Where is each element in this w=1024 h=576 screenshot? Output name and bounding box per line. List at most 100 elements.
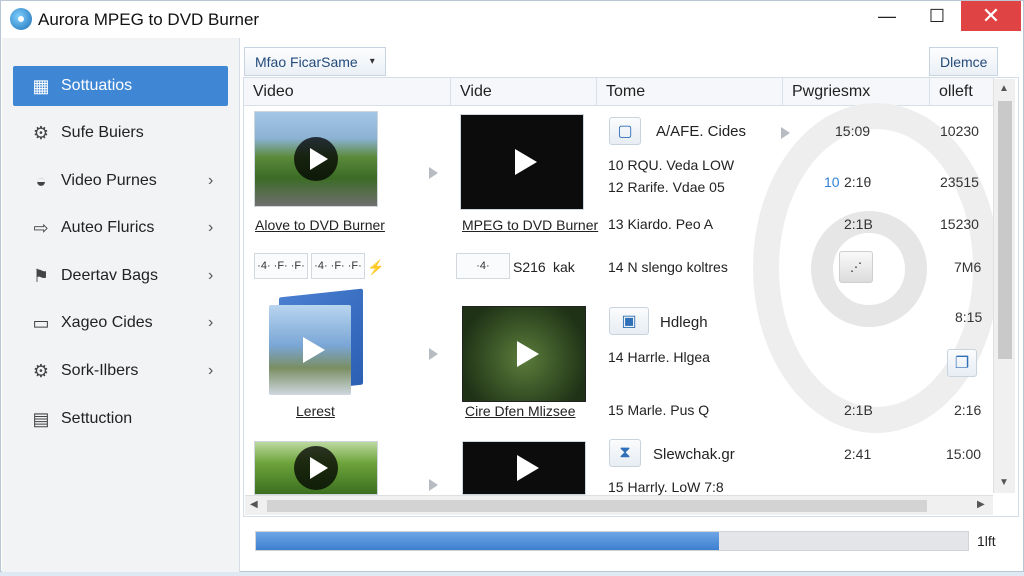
sidebar-item-6[interactable]: ▭ Xageo Cides › <box>13 303 228 343</box>
play-icon[interactable] <box>517 455 539 481</box>
column-header-progress[interactable]: Pwgriesmx <box>783 78 930 106</box>
clip-box[interactable]: ·4· <box>456 253 510 279</box>
output-thumbnail[interactable] <box>460 114 584 210</box>
arrow-right-icon <box>429 479 438 491</box>
progress-value: 2:41 <box>844 446 872 462</box>
chevron-right-icon: › <box>208 362 214 379</box>
scroll-thumb[interactable] <box>998 101 1012 359</box>
hourglass-icon: ⧗ <box>609 439 641 467</box>
remaining-value: 10230 <box>940 123 979 139</box>
flag-icon: ⚑ <box>32 265 50 286</box>
horizontal-scrollbar[interactable]: ◀ ▶ <box>245 495 993 515</box>
item-title: Hdlegh <box>660 314 708 331</box>
copy-icon[interactable]: ❐ <box>947 349 977 377</box>
window-title: Aurora MPEG to DVD Burner <box>38 10 260 29</box>
column-header-vide[interactable]: Vide <box>451 78 597 106</box>
item-title: A/AFE. Cides <box>656 123 747 140</box>
clip-box[interactable]: ·4· ·F· ·F· <box>254 253 308 279</box>
sidebar-item-5[interactable]: ⚑ Deertav Bags › <box>13 256 228 296</box>
device-dropdown[interactable]: Dlemce <box>929 47 999 76</box>
detail-line: 13 Kiardo. Peo A <box>608 216 714 232</box>
burn-progress-bar <box>255 531 969 551</box>
vertical-scrollbar[interactable]: ▲ ▼ <box>993 79 1015 493</box>
remaining-value: 15230 <box>940 216 979 232</box>
scroll-right-icon[interactable]: ▶ <box>977 499 985 510</box>
chevron-right-icon: › <box>208 172 214 189</box>
column-header-left[interactable]: olleft <box>930 78 994 106</box>
clip-text: S216 <box>513 259 546 275</box>
item-title: Slewchak.gr <box>653 446 735 463</box>
play-icon[interactable] <box>294 446 338 490</box>
app-window: Aurora MPEG to DVD Burner — ☐ ✕ ▦ Sottuat… <box>0 0 1024 572</box>
progress-value: 2:1θ <box>844 174 872 190</box>
progress-value: 2:1B <box>844 402 873 418</box>
remaining-value: 8:15 <box>955 309 983 325</box>
progress-value-prefix: 10 <box>824 174 840 190</box>
cog-icon: ⚙ <box>32 360 50 381</box>
sidebar-item-label: Video Purnes <box>61 172 157 189</box>
disc-icon: ◒ <box>35 170 47 191</box>
source-thumbnail[interactable] <box>254 441 378 495</box>
clip-text: kak <box>553 259 575 275</box>
column-header-tome[interactable]: Tome <box>597 78 783 106</box>
gear-icon: ⚙ <box>32 122 50 143</box>
sidebar-item-8[interactable]: ▤ Settuction <box>13 399 228 439</box>
output-thumbnail[interactable] <box>462 441 586 495</box>
lightning-icon: ⚡ <box>367 259 385 275</box>
progress-label: 1lft <box>977 533 996 549</box>
video-file-icon[interactable] <box>269 288 363 397</box>
detail-line: 14 Harrle. Hlgea <box>608 349 710 365</box>
remaining-value: 15:00 <box>946 446 982 462</box>
scroll-up-icon[interactable]: ▲ <box>999 83 1009 94</box>
sidebar-item-label: Auteo Flurics <box>61 219 155 236</box>
progress-fill <box>256 532 719 550</box>
document-icon: ▤ <box>32 408 50 429</box>
output-caption[interactable]: Cire Dfen Mlizsee <box>465 403 575 419</box>
column-header-video[interactable]: Video <box>244 78 451 106</box>
scroll-left-icon[interactable]: ◀ <box>250 499 258 510</box>
scroll-thumb[interactable] <box>267 500 927 512</box>
monitor-icon: ▣ <box>609 307 649 335</box>
play-icon[interactable] <box>515 149 537 175</box>
sidebar-item-3[interactable]: ◒ Video Purnes › <box>13 161 228 201</box>
close-button[interactable]: ✕ <box>961 1 1021 31</box>
app-logo-icon <box>10 8 32 30</box>
sidebar-item-1[interactable]: ▦ Sottuatios <box>13 66 228 106</box>
detail-line: 14 N slengo koltres <box>608 259 728 275</box>
source-caption[interactable]: Alove to DVD Burner <box>255 217 385 233</box>
source-dropdown-label: Mfao FicarSame <box>255 53 358 70</box>
maximize-button[interactable]: ☐ <box>915 1 959 31</box>
sidebar-item-label: Settuction <box>61 410 133 427</box>
minimize-button[interactable]: — <box>865 1 909 31</box>
output-thumbnail[interactable] <box>462 306 586 402</box>
output-caption[interactable]: MPEG to DVD Burner <box>462 217 598 233</box>
sidebar-item-label: Sufe Buiers <box>61 124 144 141</box>
detail-line: 15 Marle. Pus Q <box>608 402 710 418</box>
file-icon: ▢ <box>609 117 641 145</box>
detail-line: 10 RQU. Veda LOW <box>608 157 735 173</box>
play-icon[interactable] <box>517 341 539 367</box>
chevron-down-icon: ▾ <box>369 56 375 67</box>
sidebar-item-label: Xageo Cides <box>61 314 153 331</box>
remaining-value: 2:16 <box>954 402 982 418</box>
detail-line: 12 Rarife. Vdae 05 <box>608 179 725 195</box>
sidebar-item-2[interactable]: ⚙ Sufe Buiers <box>13 113 228 153</box>
chevron-right-icon: › <box>208 219 214 236</box>
grid-icon: ▦ <box>32 75 50 96</box>
play-icon[interactable] <box>294 137 338 181</box>
sidebar-item-7[interactable]: ⚙ Sork-Ilbers › <box>13 351 228 391</box>
source-caption[interactable]: Lerest <box>296 403 335 419</box>
scroll-down-icon[interactable]: ▼ <box>999 477 1009 488</box>
sidebar-item-4[interactable]: ⇨ Auteo Flurics › <box>13 208 228 248</box>
progress-value: 2:1B <box>844 216 873 232</box>
chevron-right-icon: › <box>208 267 214 284</box>
arrow-right-icon <box>429 348 438 360</box>
detail-line: 15 Harrly. LoW 7:8 <box>608 479 724 495</box>
export-icon: ⇨ <box>33 217 49 238</box>
arrow-right-icon <box>781 127 790 139</box>
sidebar-item-label: Sottuatios <box>61 77 133 94</box>
clip-box[interactable]: ·4· ·F· ·F· <box>311 253 365 279</box>
source-dropdown[interactable]: Mfao FicarSame ▾ <box>244 47 386 76</box>
monitor-icon: ▭ <box>32 312 50 333</box>
source-thumbnail[interactable] <box>254 111 378 207</box>
